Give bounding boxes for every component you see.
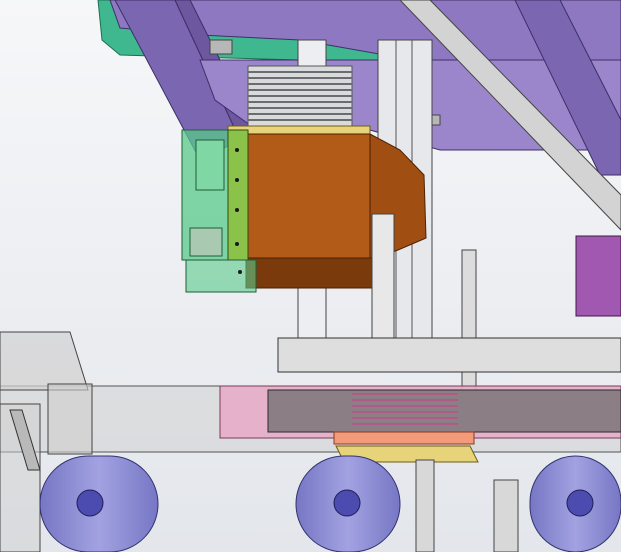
- housing-bottom: [245, 257, 373, 289]
- front-leg: [493, 479, 519, 552]
- frame-bolt: [209, 39, 233, 55]
- bellows-spring: [247, 65, 353, 129]
- roller-right: [529, 455, 621, 552]
- magenta-block: [575, 235, 621, 317]
- front-leg: [415, 459, 435, 552]
- vertical-post: [371, 213, 395, 345]
- housing-top-yellow: [227, 125, 371, 135]
- green-transparent-bracket: [181, 129, 257, 293]
- salmon-plate: [333, 431, 475, 445]
- housing-front-face: [245, 133, 371, 261]
- cad-viewport: [0, 0, 621, 552]
- roller-left: [39, 455, 159, 552]
- roller-center: [295, 455, 401, 552]
- lower-conveyor: [0, 385, 621, 463]
- horizontal-crossbar: [277, 337, 621, 373]
